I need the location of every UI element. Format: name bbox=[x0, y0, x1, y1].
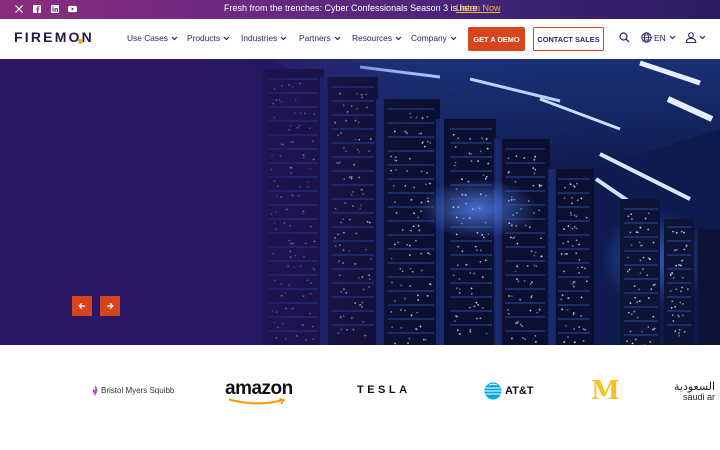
nav-company[interactable]: Company bbox=[411, 33, 457, 43]
bms-label: Bristol Myers Squibb bbox=[101, 386, 175, 395]
bms-flame-icon bbox=[92, 385, 98, 396]
nav-label: Products bbox=[187, 33, 221, 43]
mcdonalds-logo: M bbox=[591, 376, 620, 406]
language-label: EN bbox=[654, 32, 666, 43]
saudia-english-logo: saudi ar bbox=[683, 392, 716, 402]
contact-sales-button[interactable]: CONTACT SALES bbox=[533, 27, 604, 51]
nav-partners[interactable]: Partners bbox=[299, 33, 341, 43]
arrow-right-icon bbox=[107, 302, 114, 310]
att-globe-icon bbox=[484, 382, 502, 400]
linkedin-icon[interactable] bbox=[50, 3, 59, 14]
announcement-text: Fresh from the trenches: Cyber Confessio… bbox=[224, 3, 481, 13]
nav-label: Partners bbox=[299, 33, 331, 43]
nav-label: Company bbox=[411, 33, 447, 43]
nav-label: Resources bbox=[352, 33, 393, 43]
nav-industries[interactable]: Industries bbox=[241, 33, 287, 43]
amazon-smile-icon bbox=[228, 398, 286, 405]
nav-use-cases[interactable]: Use Cases bbox=[127, 33, 178, 43]
site-header: FIREMON Use Cases Products Industries Pa… bbox=[0, 19, 720, 59]
user-icon bbox=[685, 32, 697, 43]
nav-label: Industries bbox=[241, 33, 278, 43]
globe-icon bbox=[641, 32, 652, 43]
chevron-down-icon bbox=[699, 35, 706, 40]
chevron-down-icon bbox=[450, 36, 457, 40]
social-links bbox=[14, 3, 77, 14]
x-icon[interactable] bbox=[14, 3, 23, 14]
amazon-logo: amazon bbox=[225, 378, 293, 405]
get-a-demo-button[interactable]: GET A DEMO bbox=[468, 27, 525, 51]
language-selector[interactable]: EN bbox=[641, 32, 676, 43]
announcement-bar: Fresh from the trenches: Cyber Confessio… bbox=[0, 0, 720, 19]
listen-now-link[interactable]: Listen Now bbox=[456, 3, 501, 13]
slider-prev-button[interactable] bbox=[72, 296, 92, 316]
search-icon[interactable] bbox=[619, 32, 630, 43]
chevron-down-icon bbox=[669, 35, 676, 40]
facebook-icon[interactable] bbox=[32, 3, 41, 14]
logo-accent-dot bbox=[78, 39, 83, 44]
nav-products[interactable]: Products bbox=[187, 33, 230, 43]
att-logo: AT&T bbox=[484, 382, 534, 400]
amazon-label: amazon bbox=[225, 378, 293, 399]
hero-banner bbox=[0, 59, 720, 345]
chevron-down-icon bbox=[280, 36, 287, 40]
chevron-down-icon bbox=[223, 36, 230, 40]
chevron-down-icon bbox=[395, 36, 402, 40]
slider-next-button[interactable] bbox=[100, 296, 120, 316]
att-label: AT&T bbox=[505, 385, 534, 397]
arrow-left-icon bbox=[78, 302, 85, 310]
nav-resources[interactable]: Resources bbox=[352, 33, 402, 43]
chevron-down-icon bbox=[171, 36, 178, 40]
chevron-down-icon bbox=[334, 36, 341, 40]
bms-logo: Bristol Myers Squibb bbox=[91, 385, 174, 396]
nav-label: Use Cases bbox=[127, 33, 168, 43]
youtube-icon[interactable] bbox=[68, 3, 77, 14]
account-menu[interactable] bbox=[685, 32, 706, 43]
customer-logos: Bristol Myers Squibb amazon TESLA AT&T M… bbox=[0, 345, 720, 450]
tesla-logo: TESLA bbox=[357, 384, 411, 396]
